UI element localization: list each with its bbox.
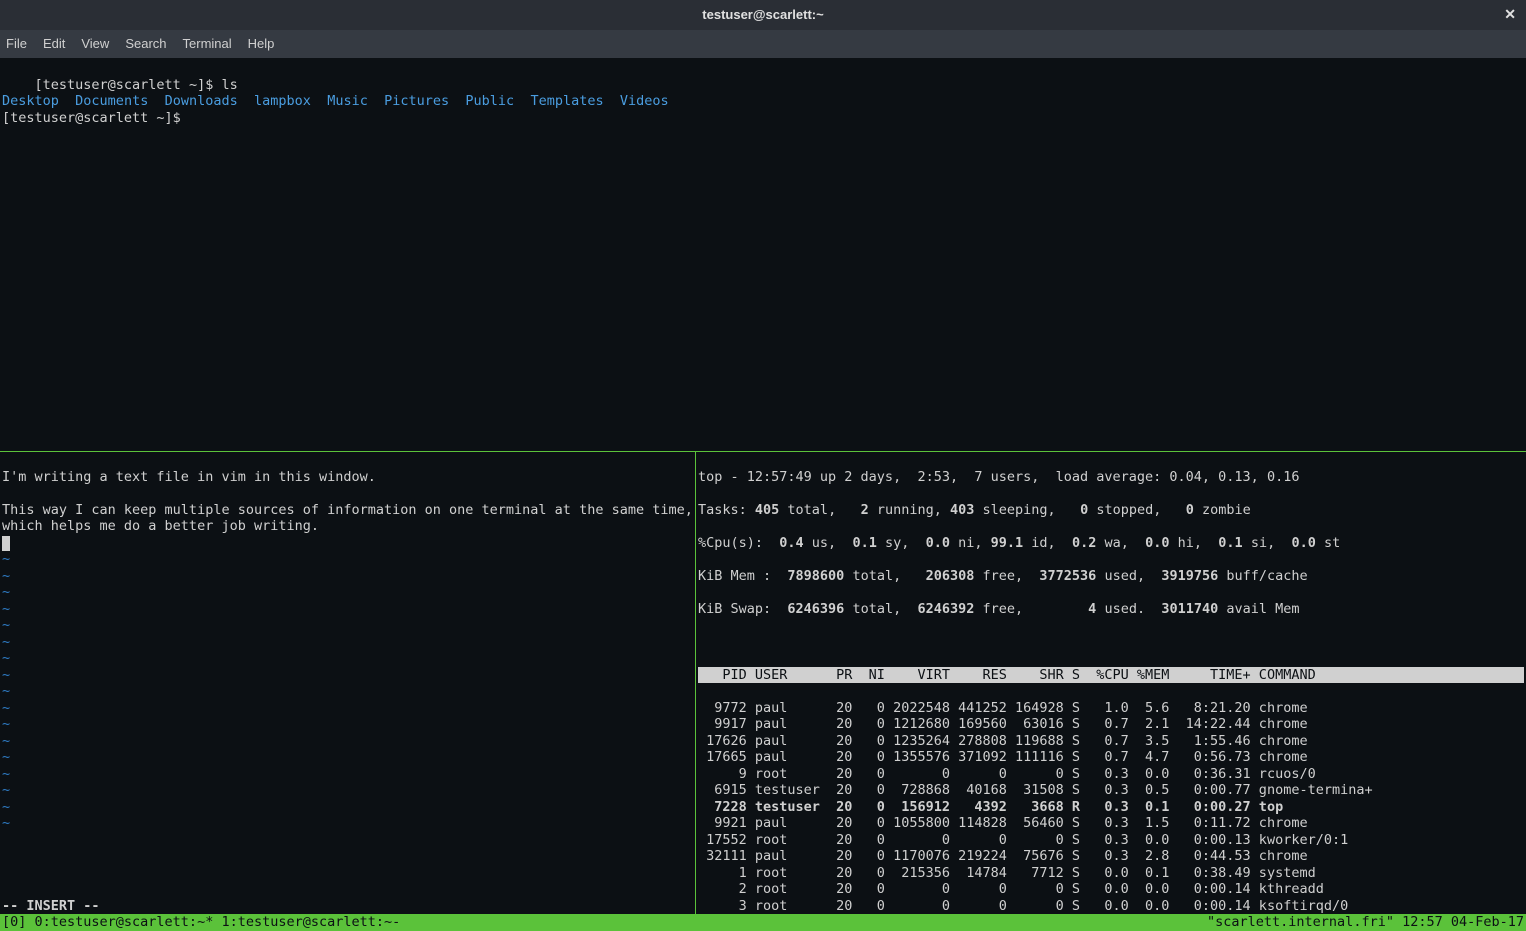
vim-tilde: ~ — [2, 584, 10, 600]
top-process-row: 9772 paul 20 0 2022548 441252 164928 S 1… — [698, 700, 1524, 717]
vim-tilde: ~ — [2, 733, 10, 749]
menu-file[interactable]: File — [6, 36, 27, 53]
top-process-row: 17552 root 20 0 0 0 0 S 0.3 0.0 0:00.13 … — [698, 832, 1524, 849]
menu-search[interactable]: Search — [125, 36, 166, 53]
window-titlebar: testuser@scarlett:~ ✕ — [0, 0, 1526, 30]
menubar: File Edit View Search Terminal Help — [0, 30, 1526, 58]
top-uptime: top - 12:57:49 up 2 days, 2:53, 7 users,… — [698, 469, 1524, 486]
dir-music: Music — [327, 93, 368, 109]
dir-templates: Templates — [530, 93, 603, 109]
vim-tilde: ~ — [2, 568, 10, 584]
vim-tilde: ~ — [2, 782, 10, 798]
vim-tilde: ~ — [2, 650, 10, 666]
ls-output: Desktop Documents Downloads lampbox Musi… — [2, 93, 1524, 110]
dir-downloads: Downloads — [165, 93, 238, 109]
top-swap: KiB Swap: 6246396 total, 6246392 free, 4… — [698, 601, 1524, 618]
vim-tilde: ~ — [2, 617, 10, 633]
tmux-clock: "scarlett.internal.fri" 12:57 04-Feb-17 — [1207, 914, 1524, 931]
top-process-row: 9921 paul 20 0 1055800 114828 56460 S 0.… — [698, 815, 1524, 832]
dir-public: Public — [465, 93, 514, 109]
dir-desktop: Desktop — [2, 93, 59, 109]
tmux-statusbar: [0] 0:testuser@scarlett:~* 1:testuser@sc… — [0, 914, 1526, 931]
prompt: [testuser@scarlett ~]$ — [35, 77, 222, 93]
menu-view[interactable]: View — [81, 36, 109, 53]
vim-tilde: ~ — [2, 634, 10, 650]
top-process-row: 17626 paul 20 0 1235264 278808 119688 S … — [698, 733, 1524, 750]
vim-tilde: ~ — [2, 601, 10, 617]
top-process-row: 9 root 20 0 0 0 0 S 0.3 0.0 0:36.31 rcuo… — [698, 766, 1524, 783]
dir-videos: Videos — [620, 93, 669, 109]
split-horizontal: I'm writing a text file in vim in this w… — [0, 451, 1526, 914]
vim-tilde: ~ — [2, 799, 10, 815]
prompt: [testuser@scarlett ~]$ — [2, 110, 189, 126]
top-process-row: 1 root 20 0 215356 14784 7712 S 0.0 0.1 … — [698, 865, 1524, 882]
vim-mode-status: -- INSERT -- — [2, 898, 100, 915]
vim-tilde: ~ — [2, 716, 10, 732]
vim-text-line: This way I can keep multiple sources of … — [2, 502, 701, 535]
top-process-row: 2 root 20 0 0 0 0 S 0.0 0.0 0:00.14 kthr… — [698, 881, 1524, 898]
top-pane[interactable]: top - 12:57:49 up 2 days, 2:53, 7 users,… — [696, 452, 1526, 914]
dir-lampbox: lampbox — [254, 93, 311, 109]
command: ls — [221, 77, 237, 93]
tmux-windows[interactable]: [0] 0:testuser@scarlett:~* 1:testuser@sc… — [2, 914, 400, 931]
vim-tilde: ~ — [2, 683, 10, 699]
vim-tilde: ~ — [2, 667, 10, 683]
top-process-row: 17665 paul 20 0 1355576 371092 111116 S … — [698, 749, 1524, 766]
top-process-list: 9772 paul 20 0 2022548 441252 164928 S 1… — [698, 700, 1524, 915]
menu-edit[interactable]: Edit — [43, 36, 65, 53]
top-process-row: 6915 testuser 20 0 728868 40168 31508 S … — [698, 782, 1524, 799]
top-cpu: %Cpu(s): 0.4 us, 0.1 sy, 0.0 ni, 99.1 id… — [698, 535, 1524, 552]
dir-documents: Documents — [75, 93, 148, 109]
terminal-area[interactable]: [testuser@scarlett ~]$ ls Desktop Docume… — [0, 58, 1526, 914]
menu-terminal[interactable]: Terminal — [183, 36, 232, 53]
top-tasks: Tasks: 405 total, 2 running, 403 sleepin… — [698, 502, 1524, 519]
top-process-row: 7228 testuser 20 0 156912 4392 3668 R 0.… — [698, 799, 1524, 816]
vim-pane[interactable]: I'm writing a text file in vim in this w… — [0, 452, 696, 914]
top-process-row: 3 root 20 0 0 0 0 S 0.0 0.0 0:00.14 ksof… — [698, 898, 1524, 915]
vim-tilde: ~ — [2, 815, 10, 831]
top-column-header: PID USER PR NI VIRT RES SHR S %CPU %MEM … — [698, 667, 1524, 684]
close-icon[interactable]: ✕ — [1504, 6, 1516, 23]
top-blank — [698, 634, 1524, 651]
window-title: testuser@scarlett:~ — [702, 7, 823, 24]
vim-tilde: ~ — [2, 749, 10, 765]
vim-text-line: I'm writing a text file in vim in this w… — [2, 469, 376, 485]
cursor-icon — [2, 536, 10, 551]
vim-tilde: ~ — [2, 766, 10, 782]
top-process-row: 32111 paul 20 0 1170076 219224 75676 S 0… — [698, 848, 1524, 865]
vim-tilde: ~ — [2, 700, 10, 716]
shell-pane[interactable]: [testuser@scarlett ~]$ ls Desktop Docume… — [0, 58, 1526, 451]
menu-help[interactable]: Help — [248, 36, 275, 53]
top-process-row: 9917 paul 20 0 1212680 169560 63016 S 0.… — [698, 716, 1524, 733]
vim-tilde: ~ — [2, 551, 10, 567]
dir-pictures: Pictures — [384, 93, 449, 109]
top-mem: KiB Mem : 7898600 total, 206308 free, 37… — [698, 568, 1524, 585]
